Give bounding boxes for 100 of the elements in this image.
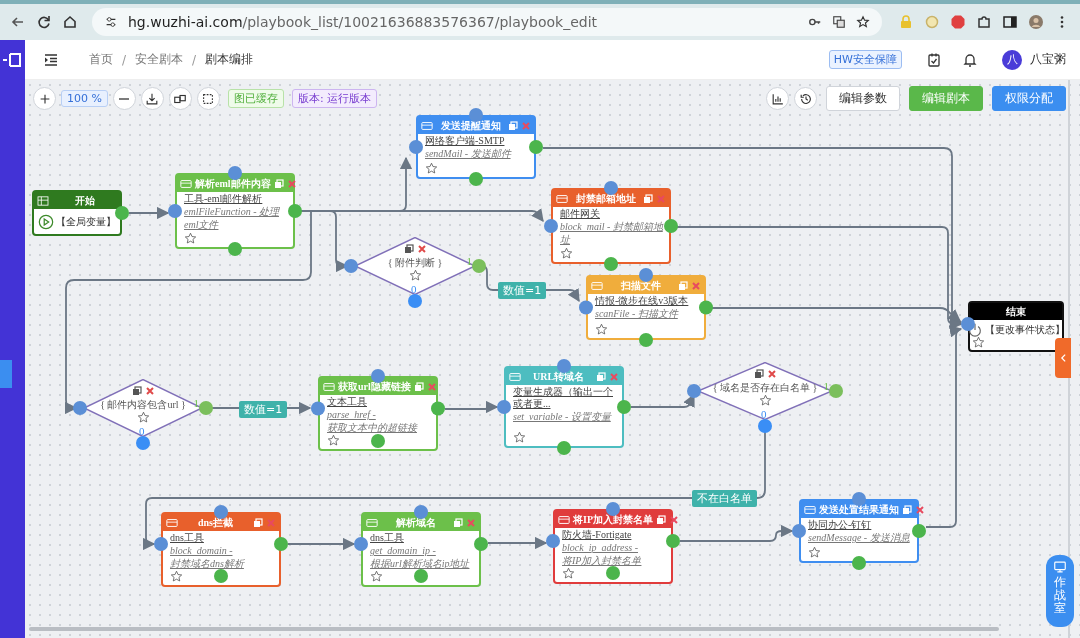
input-port[interactable] — [497, 400, 511, 414]
output-port[interactable] — [136, 436, 150, 450]
zoom-in-button[interactable] — [33, 87, 56, 110]
collapse-tab[interactable] — [1055, 338, 1071, 378]
star-icon[interactable] — [370, 570, 383, 583]
user-name[interactable]: 八宝粥 — [1030, 51, 1066, 68]
stop-sign-icon[interactable] — [950, 14, 966, 30]
start-node[interactable]: 开始 【全局变量】 — [32, 190, 122, 236]
calendar-icon[interactable] — [926, 51, 942, 68]
star-icon[interactable] — [808, 546, 821, 559]
output-port[interactable] — [431, 401, 445, 416]
reload-icon[interactable] — [36, 14, 52, 30]
input-port[interactable] — [228, 166, 242, 180]
input-port[interactable] — [414, 505, 428, 519]
close-icon[interactable] — [915, 504, 925, 515]
sidebar-icon[interactable] — [1002, 14, 1018, 30]
star-icon[interactable] — [137, 411, 150, 424]
breadcrumb-link[interactable]: 首页 — [89, 51, 113, 68]
input-port[interactable] — [311, 401, 325, 416]
copy-icon[interactable] — [656, 514, 666, 525]
star-icon[interactable] — [595, 323, 608, 336]
decision-diamond[interactable] — [84, 379, 202, 437]
zoom-out-button[interactable] — [112, 87, 136, 110]
close-icon[interactable] — [766, 369, 777, 379]
star-icon[interactable] — [327, 434, 340, 447]
output-port[interactable] — [469, 172, 483, 186]
avatar-icon[interactable] — [1028, 14, 1044, 30]
translate-icon[interactable] — [832, 15, 846, 29]
output-port[interactable] — [288, 204, 302, 218]
output-port[interactable] — [228, 242, 242, 256]
copy-icon[interactable] — [643, 193, 653, 204]
close-icon[interactable] — [286, 178, 297, 189]
input-port[interactable] — [557, 359, 571, 373]
input-port[interactable] — [409, 140, 423, 154]
output-port[interactable] — [604, 257, 618, 271]
home-icon[interactable] — [62, 14, 78, 30]
output-port[interactable] — [617, 400, 631, 414]
action-node[interactable]: 解析eml邮件内容 工具-eml邮件解析 emlFileFunction - 处理eml文件 — [175, 173, 295, 249]
output-port[interactable] — [557, 441, 571, 455]
input-port[interactable] — [579, 300, 593, 315]
output-port[interactable] — [852, 556, 866, 570]
input-port[interactable] — [214, 505, 228, 519]
star-icon[interactable] — [759, 394, 772, 407]
output-port[interactable] — [408, 294, 422, 308]
decision-diamond[interactable] — [355, 237, 475, 295]
address-field[interactable]: hg.wuzhi-ai.com/playbook_list/10021636883576367/playbook_edit — [92, 8, 882, 36]
output-port[interactable] — [214, 569, 228, 583]
puzzle-icon[interactable] — [976, 14, 992, 30]
fit-view-button[interactable] — [196, 87, 220, 110]
input-port[interactable] — [852, 492, 866, 506]
horizontal-scrollbar[interactable] — [29, 627, 999, 631]
close-icon[interactable] — [691, 280, 701, 291]
copy-icon[interactable] — [403, 244, 414, 254]
decision-diamond[interactable] — [698, 362, 832, 420]
input-port[interactable] — [73, 401, 87, 415]
output-port[interactable] — [529, 140, 543, 154]
input-port[interactable] — [154, 537, 168, 551]
output-port[interactable] — [758, 419, 772, 433]
action-node[interactable]: 封禁邮箱地址 邮件网关 block_mail - 封禁邮箱地址 — [551, 188, 671, 264]
output-port[interactable] — [606, 566, 620, 580]
copy-icon[interactable] — [253, 517, 263, 528]
output-port[interactable] — [912, 524, 926, 538]
star-icon[interactable] — [409, 269, 422, 282]
input-port[interactable] — [354, 537, 368, 551]
action-node[interactable]: dns拦截 dns工具 block_domain - 封禁域名dns解析 — [161, 512, 281, 587]
star-icon[interactable] — [170, 570, 183, 583]
input-port[interactable] — [371, 369, 385, 383]
circle-icon[interactable] — [924, 14, 940, 30]
close-icon[interactable] — [609, 371, 619, 382]
breadcrumb-link[interactable]: 安全剧本 — [135, 51, 184, 68]
copy-icon[interactable] — [753, 369, 764, 379]
input-port[interactable] — [546, 534, 560, 548]
action-node[interactable]: 发送提醒通知 网络客户端-SMTP sendMail - 发送邮件 — [416, 115, 536, 179]
action-node[interactable]: URL转域名 变量生成器（输出一个或者更... set_variable - 设置变量 — [504, 366, 624, 448]
action-node[interactable]: 获取url隐藏链接 文本工具 parse_href - 获取文本中的超链接 — [318, 376, 438, 451]
input-port[interactable] — [606, 502, 620, 516]
statistics-button[interactable] — [766, 87, 789, 110]
input-port[interactable] — [687, 384, 701, 398]
copy-icon[interactable] — [131, 386, 142, 396]
menu-fold-icon[interactable] — [43, 51, 59, 68]
copy-icon[interactable] — [508, 120, 518, 131]
output-port[interactable] — [666, 534, 680, 548]
action-node[interactable]: 解析域名 dns工具 get_domain_ip - 根据url解析域名ip地址 — [361, 512, 481, 587]
close-icon[interactable] — [669, 514, 679, 525]
input-port[interactable] — [604, 181, 618, 195]
star-icon[interactable] — [972, 336, 985, 349]
star-icon[interactable] — [184, 232, 197, 245]
close-icon[interactable] — [466, 517, 476, 528]
site-settings-icon[interactable] — [104, 15, 118, 29]
input-port[interactable] — [168, 204, 182, 218]
toolbar-button[interactable]: 编辑参数 — [826, 86, 900, 111]
layout-button[interactable] — [168, 87, 192, 110]
close-icon[interactable] — [426, 381, 437, 392]
star-icon[interactable] — [856, 15, 870, 29]
output-port[interactable] — [639, 333, 653, 347]
history-button[interactable] — [794, 87, 817, 110]
input-port[interactable] — [469, 108, 483, 122]
action-node[interactable]: 扫描文件 情报-微步在线v3版本 scanFile - 扫描文件 — [586, 275, 706, 340]
input-port[interactable] — [639, 268, 653, 282]
output-port[interactable] — [474, 537, 488, 551]
